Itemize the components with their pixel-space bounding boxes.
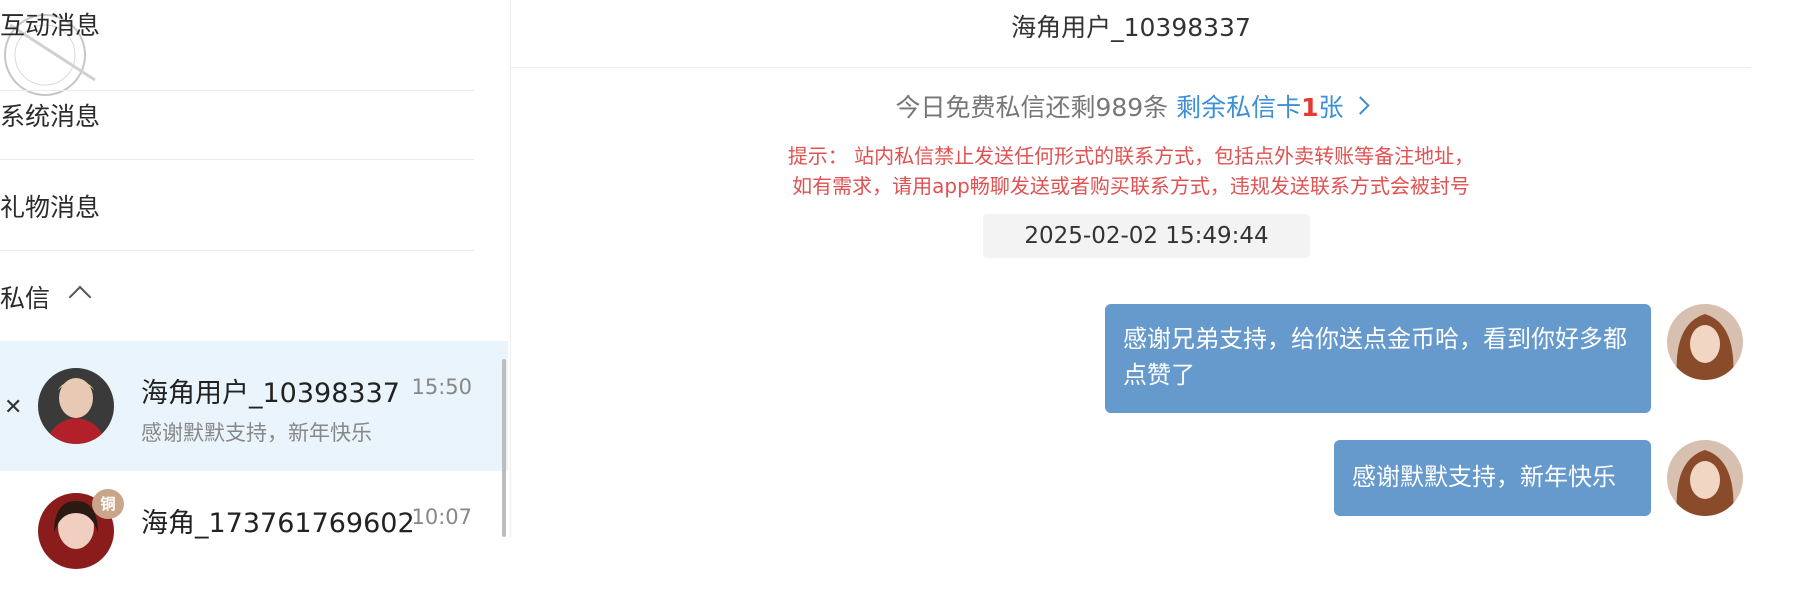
avatar (1667, 304, 1743, 380)
conversation-item[interactable]: 铜 海角_173761769602 10:07 (0, 471, 508, 601)
avatar (38, 368, 114, 444)
quota-text: 今日免费私信还剩989条 (895, 93, 1169, 122)
conversation-time: 10:07 (411, 505, 472, 529)
message-card-link[interactable]: 剩余私信卡1张 (1176, 93, 1370, 122)
rank-badge: 铜 (92, 489, 124, 519)
chevron-up-icon[interactable] (68, 285, 92, 309)
conversation-item-selected[interactable]: ✕ 海角用户_10398337 15:50 感谢默默支持，新年快乐 (0, 341, 508, 471)
category-label: 互动消息 (0, 11, 101, 40)
category-gift-messages[interactable]: 礼物消息 (0, 160, 474, 251)
message-quota: 今日免费私信还剩989条 剩余私信卡1张 (511, 88, 1751, 124)
conversation-time: 15:50 (411, 375, 472, 399)
category-label: 系统消息 (0, 102, 101, 131)
card-count: 1 (1301, 93, 1319, 122)
chevron-right-icon (1350, 96, 1370, 115)
category-system-messages[interactable]: 系统消息 (0, 69, 474, 160)
message-timestamp: 2025-02-02 15:49:44 (983, 214, 1310, 258)
chat-panel: 海角用户_10398337 今日免费私信还剩989条 剩余私信卡1张 提示： 站… (511, 0, 1801, 537)
card-suffix: 张 (1318, 93, 1344, 122)
chat-title: 海角用户_10398337 (1011, 13, 1251, 42)
warning-line-2: 如有需求，请用app畅聊发送或者购买联系方式，违规发送联系方式会被封号 (792, 174, 1470, 198)
avatar (1667, 440, 1743, 516)
sidebar: 互动消息 系统消息 礼物消息 私信 ✕ 海角用户_10398337 15:50 … (0, 0, 508, 601)
message-bubble: 感谢兄弟支持，给你送点金币哈，看到你好多都点赞了 (1105, 304, 1651, 413)
conversation-preview: 感谢默默支持，新年快乐 (141, 421, 372, 445)
scrollbar[interactable] (502, 359, 506, 537)
category-label: 私信 (0, 284, 51, 313)
chat-header: 海角用户_10398337 (511, 0, 1751, 68)
conversation-name: 海角用户_10398337 (141, 378, 400, 409)
close-icon[interactable]: ✕ (4, 395, 22, 420)
category-private-messages[interactable]: 私信 (0, 251, 474, 342)
message-bubble: 感谢默默支持，新年快乐 (1334, 440, 1651, 516)
category-label: 礼物消息 (0, 193, 101, 222)
warning-line-1: 提示： 站内私信禁止发送任何形式的联系方式，包括点外卖转账等备注地址， (787, 144, 1475, 168)
card-prefix: 剩余私信卡 (1176, 93, 1302, 122)
conversation-name: 海角_173761769602 (141, 508, 415, 539)
